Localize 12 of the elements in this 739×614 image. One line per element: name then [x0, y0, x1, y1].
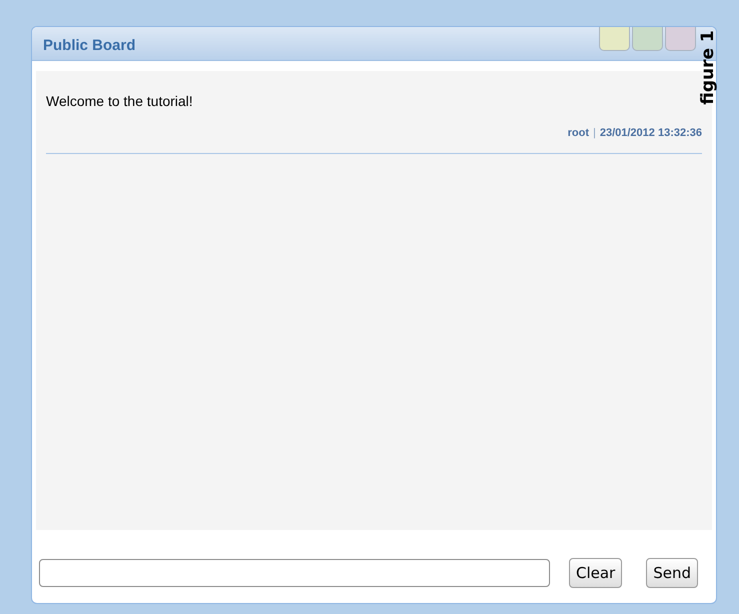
message-text: Welcome to the tutorial!: [46, 92, 194, 111]
window-title: Public Board: [43, 36, 136, 56]
action-button[interactable]: Send: [646, 558, 698, 588]
window-control-button[interactable]: [599, 27, 630, 51]
message-timestamp: 23/01/2012 13:32:36: [600, 126, 702, 141]
message-input[interactable]: [39, 559, 550, 587]
figure-label: figure 1: [700, 30, 716, 104]
message-author: root: [568, 126, 589, 141]
action-button[interactable]: Clear: [569, 558, 622, 588]
window-control-button[interactable]: [665, 27, 696, 51]
meta-separator: |: [592, 126, 596, 141]
window-control-button[interactable]: [632, 27, 663, 51]
